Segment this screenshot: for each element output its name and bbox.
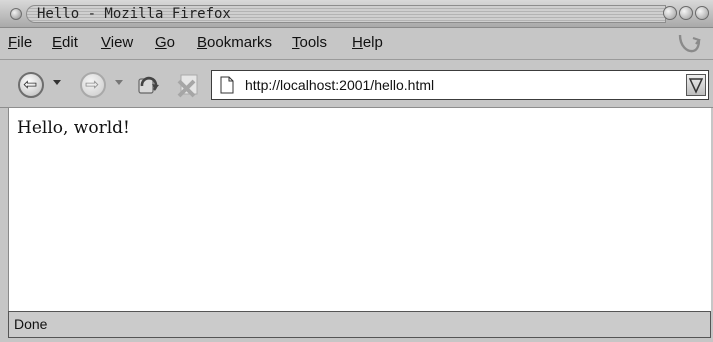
reload-icon[interactable]	[135, 72, 161, 98]
right-arrow-icon: ⇨	[85, 75, 100, 95]
forward-button[interactable]: ⇨	[80, 72, 106, 98]
back-history-dropdown-icon[interactable]	[53, 80, 61, 85]
status-bar: Done	[8, 311, 711, 338]
menu-file[interactable]: File	[8, 34, 32, 51]
menu-tools-mnemonic: T	[292, 34, 300, 51]
dropdown-triangle-icon	[688, 78, 704, 94]
menu-go-label-rest: o	[166, 34, 176, 51]
status-text: Done	[14, 316, 48, 332]
address-bar[interactable]: http://localhost:2001/hello.html	[211, 70, 709, 100]
menu-edit-label-rest: dit	[62, 34, 78, 51]
window-menu-icon[interactable]	[10, 8, 22, 20]
menu-bar: File Edit View Go Bookmarks Tools Help	[0, 28, 713, 60]
page-content: Hello, world!	[8, 108, 711, 311]
menu-help-mnemonic: H	[352, 34, 363, 51]
maximize-icon[interactable]	[679, 6, 693, 20]
back-button[interactable]: ⇦	[18, 72, 44, 98]
throbber-icon	[678, 34, 701, 53]
title-strip: Hello - Mozilla Firefox	[26, 5, 666, 23]
menu-edit-mnemonic: E	[52, 34, 63, 51]
menu-bookmarks-mnemonic: B	[197, 34, 208, 51]
menu-go-mnemonic: G	[155, 34, 167, 51]
menu-file-label-rest: ile	[17, 34, 33, 51]
menu-bookmarks-label-rest: ookmarks	[207, 34, 273, 51]
menu-go[interactable]: Go	[155, 34, 175, 51]
navigation-toolbar: ⇦ ⇨ http://localhost:2001/hello.html	[0, 60, 713, 108]
menu-view[interactable]: View	[101, 34, 133, 51]
menu-tools[interactable]: Tools	[292, 34, 327, 51]
browser-window: Hello - Mozilla Firefox File Edit View G…	[0, 0, 713, 342]
menu-edit[interactable]: Edit	[52, 34, 78, 51]
menu-file-mnemonic: F	[8, 34, 18, 51]
forward-history-dropdown-icon[interactable]	[115, 80, 123, 85]
title-bar[interactable]: Hello - Mozilla Firefox	[0, 0, 713, 28]
menu-help[interactable]: Help	[352, 34, 383, 51]
menu-tools-label-rest: ools	[299, 34, 328, 51]
minimize-icon[interactable]	[663, 6, 677, 20]
address-input[interactable]: http://localhost:2001/hello.html	[245, 77, 434, 93]
page-icon	[220, 76, 234, 94]
menu-view-label-rest: iew	[110, 34, 134, 51]
menu-help-label-rest: elp	[362, 34, 383, 51]
menu-bookmarks[interactable]: Bookmarks	[197, 34, 272, 51]
url-dropdown-button[interactable]	[686, 74, 706, 96]
page-text: Hello, world!	[17, 118, 130, 138]
window-controls	[663, 6, 709, 20]
window-title: Hello - Mozilla Firefox	[37, 6, 231, 22]
menu-view-mnemonic: V	[101, 34, 111, 51]
left-arrow-icon: ⇦	[23, 75, 38, 95]
stop-icon[interactable]	[174, 71, 202, 99]
window-left-edge	[0, 108, 8, 342]
close-icon[interactable]	[695, 6, 709, 20]
